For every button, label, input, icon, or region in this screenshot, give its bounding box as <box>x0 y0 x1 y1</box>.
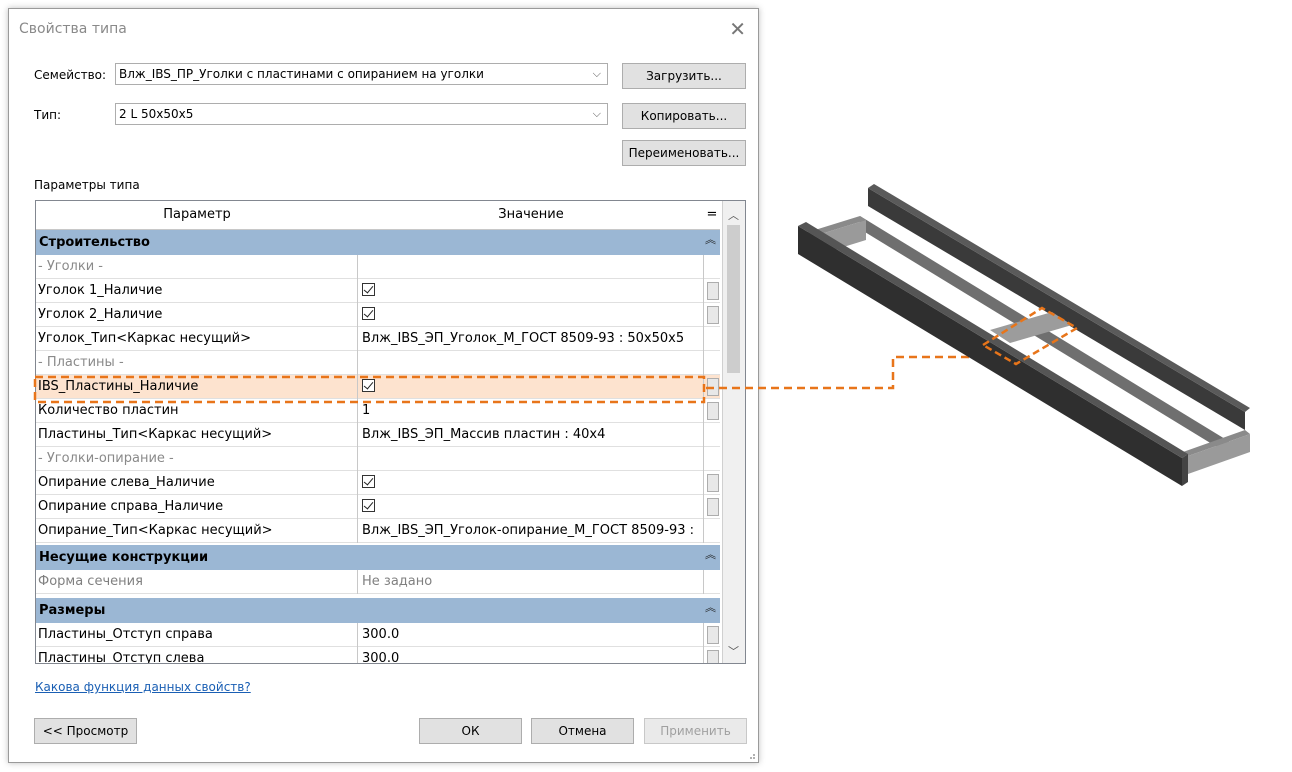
model-3d-view <box>798 184 1250 486</box>
back-beam-flange <box>860 216 1230 455</box>
highlight-frame <box>33 375 706 404</box>
front-beam-end <box>1182 454 1188 486</box>
